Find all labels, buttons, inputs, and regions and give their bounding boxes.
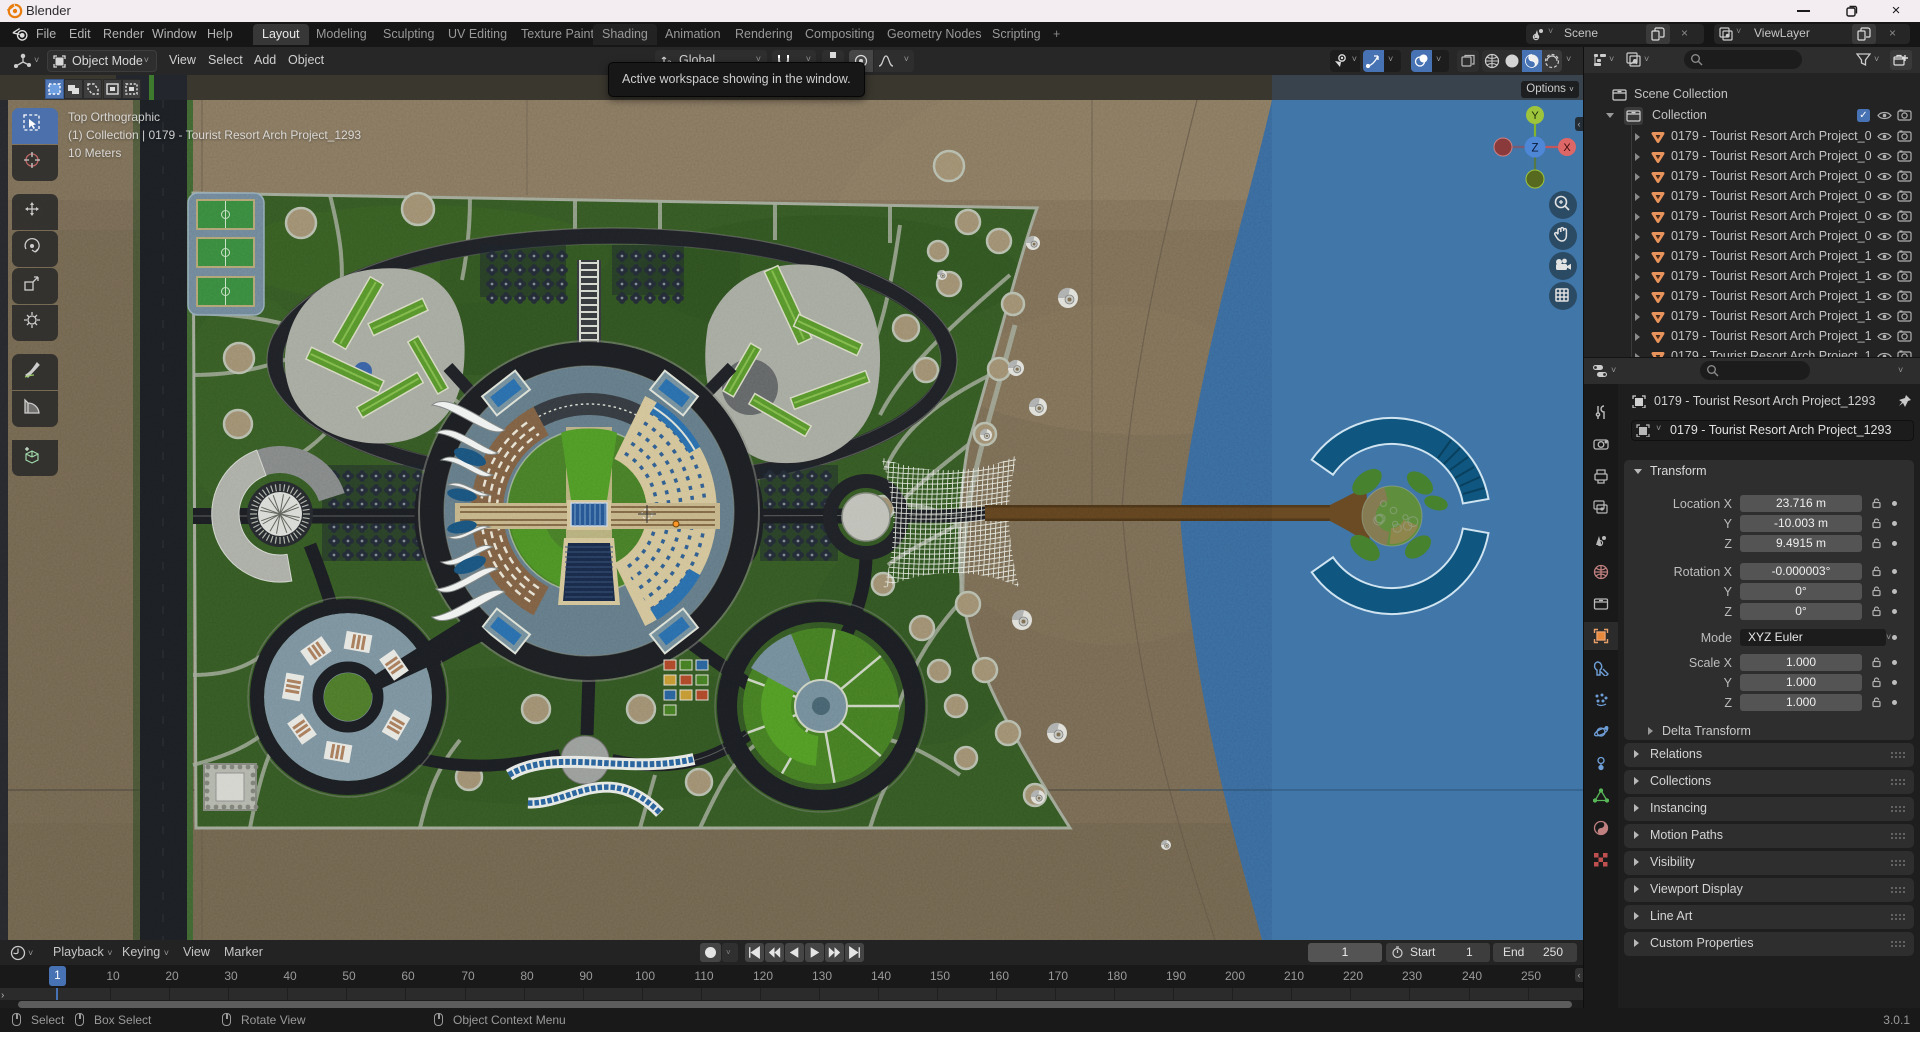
svg-text:Y: Y xyxy=(1531,110,1539,122)
svg-text:X: X xyxy=(1563,142,1571,154)
svg-text:Z: Z xyxy=(1531,143,1538,155)
